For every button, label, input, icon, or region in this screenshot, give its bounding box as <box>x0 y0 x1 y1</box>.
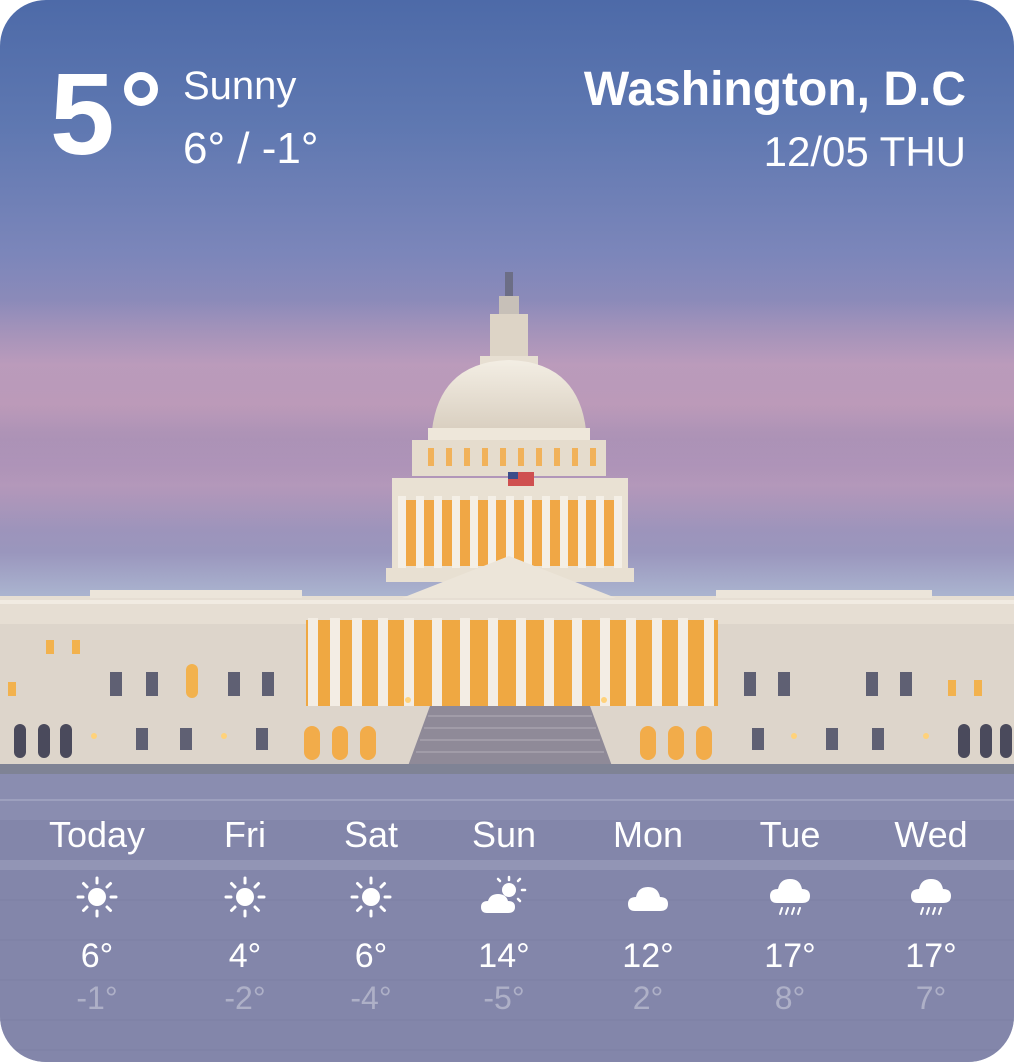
forecast-day-name: Sun <box>471 814 537 855</box>
forecast-low: 7° <box>915 980 947 1016</box>
current-temp-range: 6° / -1° <box>183 124 319 173</box>
cloud-icon <box>578 872 718 922</box>
sun-icon <box>175 872 315 922</box>
current-condition: Sunny <box>183 64 297 108</box>
forecast-day-name: Sat <box>343 814 399 855</box>
forecast-high: 6° <box>80 937 114 975</box>
weather-widget[interactable]: 5 Sunny 6° / -1° Washington, D.C 12/05 T… <box>0 0 1014 1062</box>
forecast-day-mon[interactable]: Mon 12° 2° <box>578 812 718 1018</box>
forecast-low: -1° <box>76 980 118 1016</box>
forecast-high: 17° <box>764 937 816 975</box>
forecast-day-name: Today <box>48 814 146 855</box>
forecast-day-name: Wed <box>894 814 968 855</box>
sun-icon <box>301 872 441 922</box>
forecast-low: -4° <box>350 980 392 1016</box>
forecast-high: 6° <box>354 937 388 975</box>
sun-icon <box>27 872 167 922</box>
forecast-day-fri[interactable]: Fri 4° -2° <box>175 812 315 1018</box>
rain-icon <box>861 872 1001 922</box>
rain-icon <box>720 872 860 922</box>
forecast-low: 2° <box>632 980 664 1016</box>
degree-symbol-icon <box>124 72 158 106</box>
forecast-low: 8° <box>774 980 806 1016</box>
forecast-day-tue[interactable]: Tue 17° 8° <box>720 812 860 1018</box>
forecast-high: 12° <box>622 937 674 975</box>
partly-cloudy-icon <box>434 872 574 922</box>
current-temperature: 5 <box>50 49 115 179</box>
forecast-day-name: Mon <box>612 814 684 855</box>
forecast-day-sat[interactable]: Sat 6° -4° <box>301 812 441 1018</box>
location-date: 12/05 THU <box>763 128 966 175</box>
forecast-day-today[interactable]: Today 6° -1° <box>27 812 167 1018</box>
forecast-day-wed[interactable]: Wed 17° 7° <box>861 812 1001 1018</box>
forecast-high: 17° <box>905 937 957 975</box>
forecast-low: -5° <box>483 980 525 1016</box>
forecast-day-sun[interactable]: Sun 14° -5° <box>434 812 574 1018</box>
forecast-high: 14° <box>478 937 530 975</box>
location-city: Washington, D.C <box>583 63 966 116</box>
forecast-day-name: Tue <box>759 814 821 855</box>
forecast-day-name: Fri <box>224 814 266 855</box>
forecast-low: -2° <box>224 980 266 1016</box>
forecast-high: 4° <box>228 937 262 975</box>
